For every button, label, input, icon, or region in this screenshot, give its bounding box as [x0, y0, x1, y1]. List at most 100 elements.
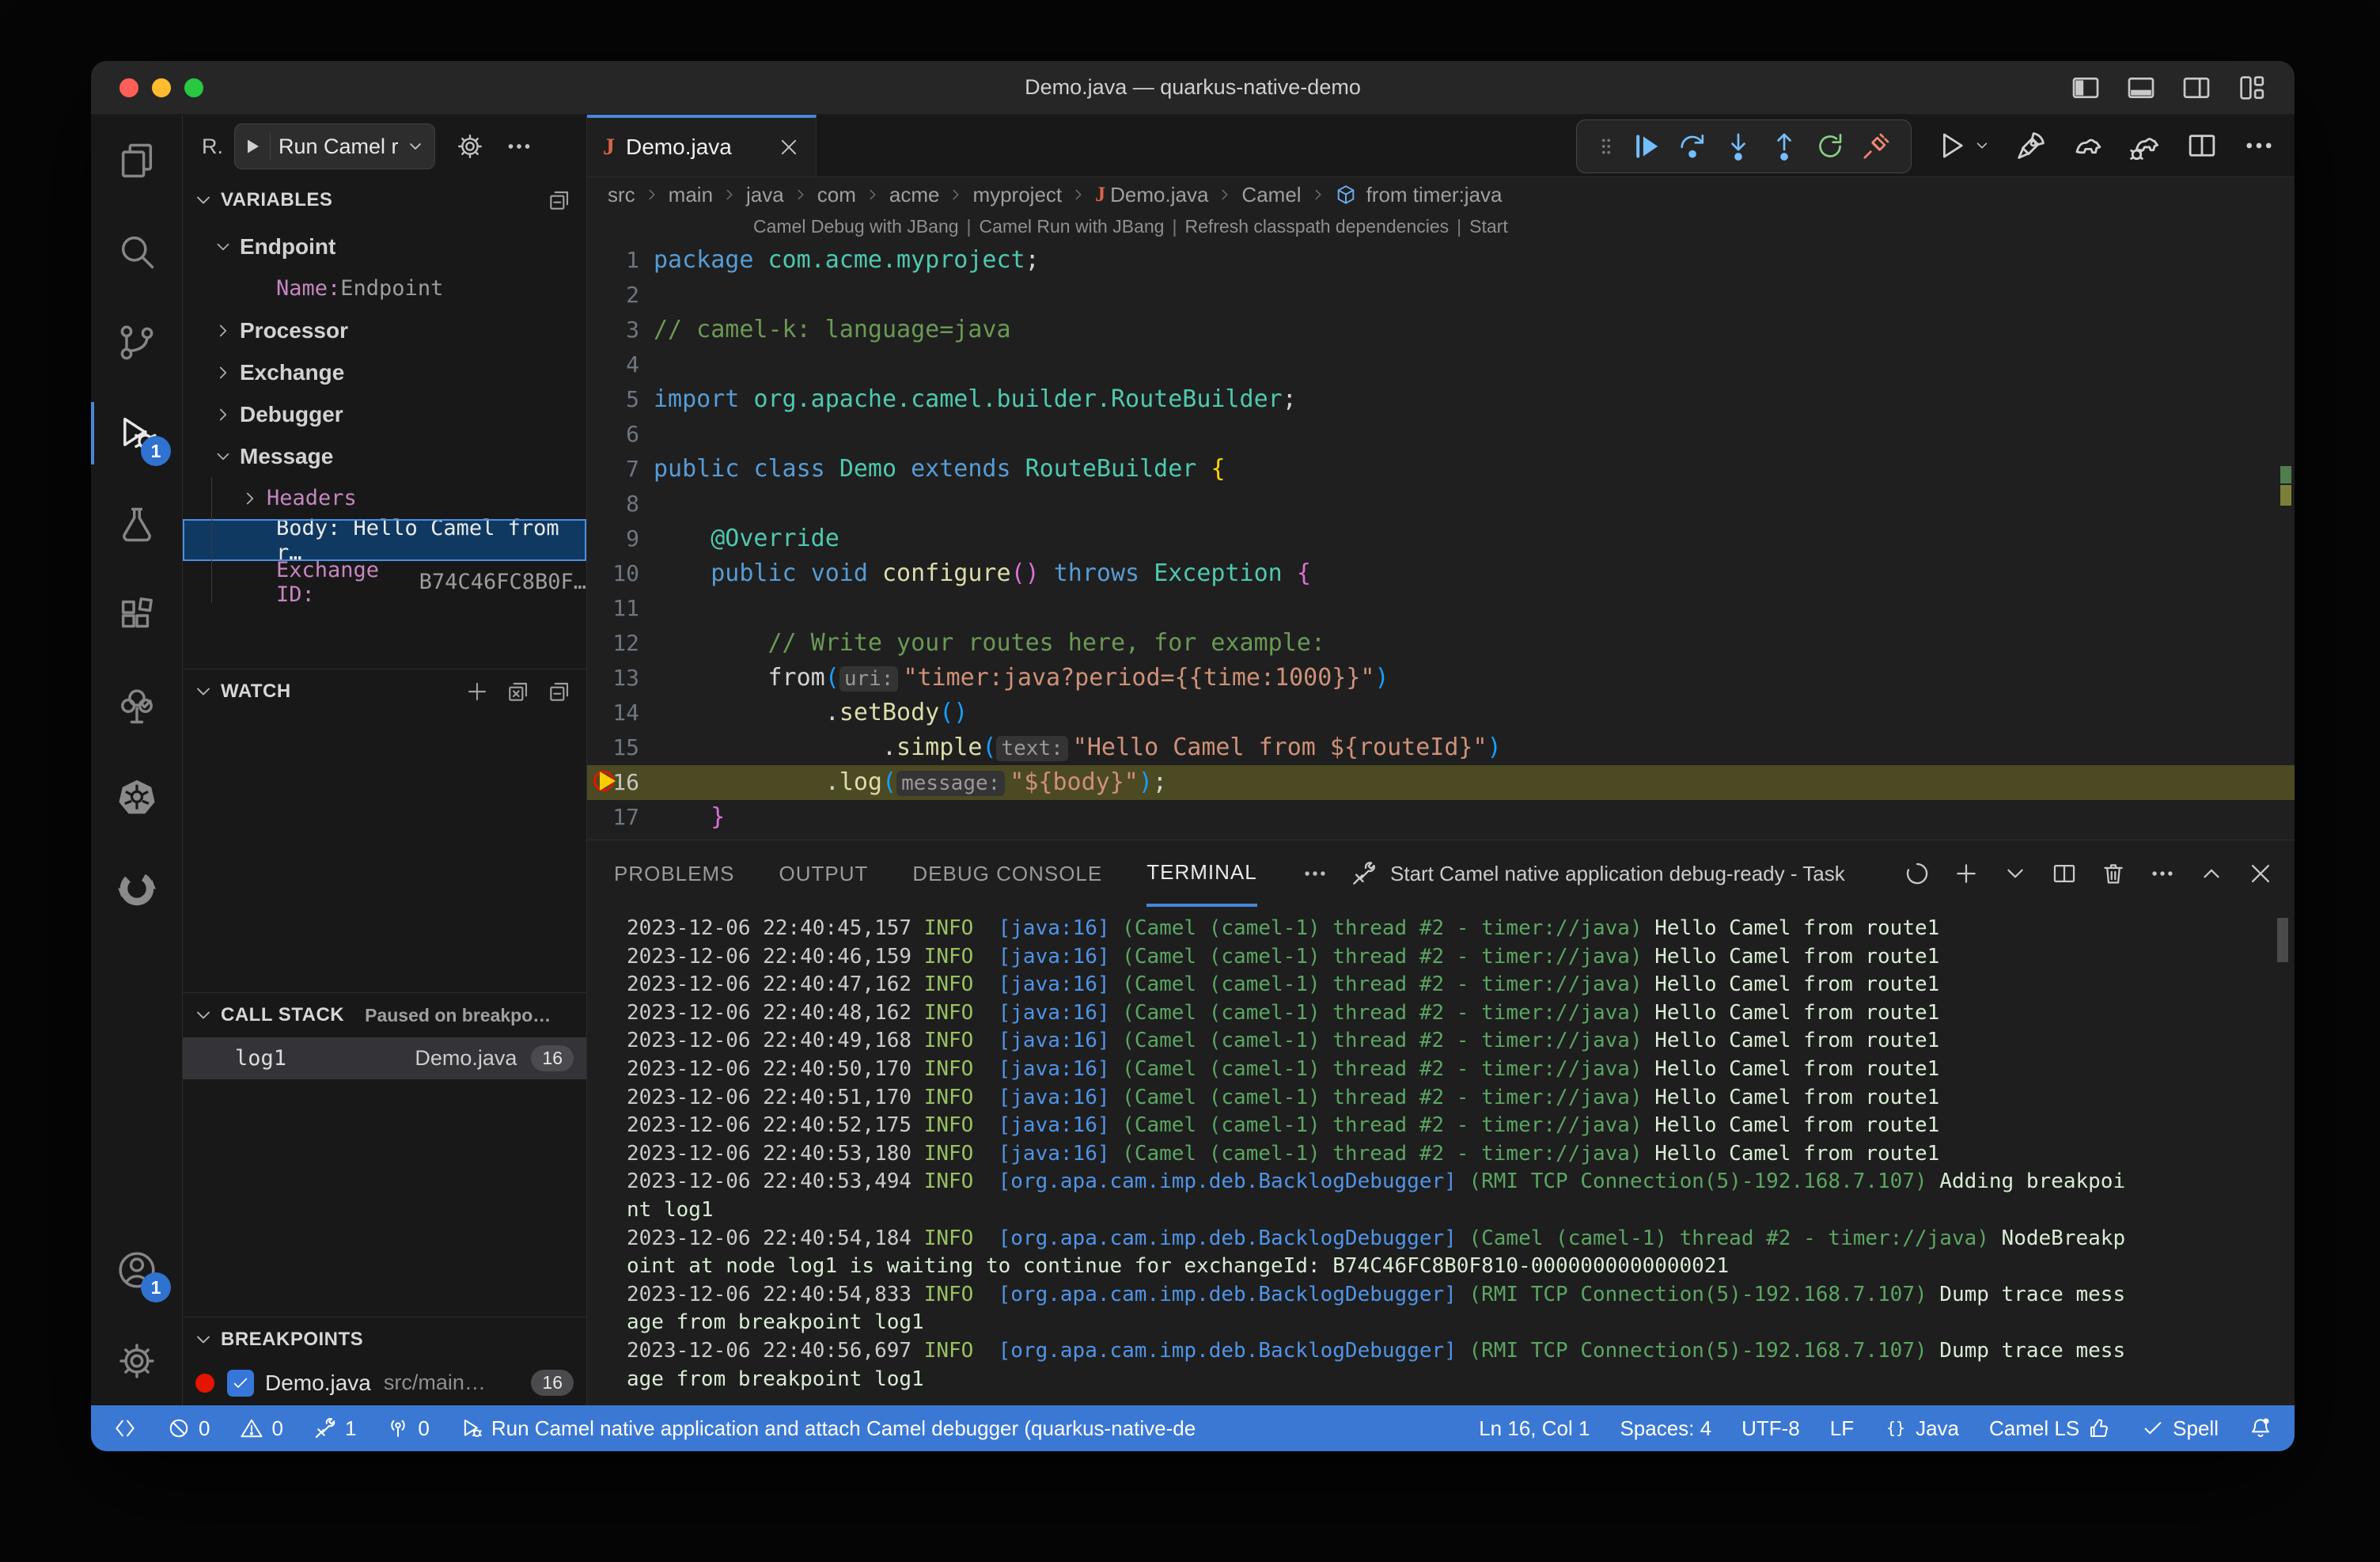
breadcrumb-item[interactable]: java — [746, 183, 784, 207]
split-editor-button[interactable] — [2185, 129, 2219, 162]
status-language-mode[interactable]: {}Java — [1884, 1416, 1959, 1441]
toggle-secondary-sidebar-icon[interactable] — [2181, 72, 2212, 104]
variables-row[interactable]: Headers — [183, 477, 586, 519]
activity-testing[interactable] — [91, 479, 182, 570]
disconnect-button[interactable] — [1860, 131, 1892, 162]
breadcrumb-item[interactable]: src — [608, 183, 635, 207]
terminal-task-item[interactable]: Start Camel native application debug-rea… — [1351, 840, 1845, 907]
terminal-output[interactable]: 2023-12-06 22:40:45,157 INFO [java:16] (… — [627, 915, 2263, 1393]
code-line[interactable]: 3// camel-k: language=java — [587, 313, 2295, 347]
add-expression-icon[interactable] — [464, 679, 490, 704]
status-eol[interactable]: LF — [1830, 1416, 1854, 1441]
status-camel-ls-status[interactable]: Camel LS — [1989, 1416, 2111, 1441]
panel-tab-terminal[interactable]: TERMINAL — [1146, 840, 1256, 907]
breadcrumb-item[interactable]: Demo.java — [1110, 183, 1208, 207]
call-stack-section-header[interactable]: CALL STACK Paused on breakpo… — [183, 993, 586, 1037]
code-view[interactable]: 1package com.acme.myproject;23// camel-k… — [587, 243, 2295, 835]
more-views-icon[interactable] — [505, 132, 533, 161]
code-line[interactable]: 11 — [587, 591, 2295, 626]
breakpoint-row[interactable]: Demo.java src/main… 16 — [183, 1362, 586, 1404]
code-line[interactable]: 7public class Demo extends RouteBuilder … — [587, 452, 2295, 487]
close-tab-icon[interactable] — [778, 136, 800, 158]
variables-section-header[interactable]: VARIABLES — [183, 178, 586, 222]
status-indentation[interactable]: Spaces: 4 — [1620, 1416, 1711, 1441]
continue-button[interactable] — [1631, 131, 1662, 162]
code-line[interactable]: 1package com.acme.myproject; — [587, 243, 2295, 278]
variables-row[interactable]: Body: Hello Camel from r… — [183, 519, 586, 561]
panel-tab-output[interactable]: OUTPUT — [779, 840, 869, 907]
codelens-link[interactable]: Camel Run with JBang — [980, 216, 1165, 237]
code-line[interactable]: 15 .simple(text:"Hello Camel from ${rout… — [587, 730, 2295, 765]
variables-row[interactable]: Endpoint — [183, 226, 586, 267]
toggle-panel-icon[interactable] — [2125, 72, 2157, 104]
code-line[interactable]: 5import org.apache.camel.builder.RouteBu… — [587, 382, 2295, 417]
camel-debug-button[interactable] — [2128, 129, 2162, 162]
panel-tab-problems[interactable]: PROBLEMS — [614, 840, 735, 907]
watch-section-header[interactable]: WATCH — [183, 669, 586, 714]
customize-layout-icon[interactable] — [2236, 72, 2268, 104]
step-into-button[interactable] — [1722, 131, 1754, 162]
more-actions-button[interactable] — [2242, 129, 2276, 162]
code-line[interactable]: 16 .log(message:"${body}"); — [587, 765, 2295, 800]
status-ports-count[interactable]: 0 — [386, 1416, 429, 1441]
status-remote-indicator[interactable] — [113, 1416, 137, 1440]
activity-accounts[interactable]: 1 — [91, 1224, 182, 1315]
panel-tab-debug-console[interactable]: DEBUG CONSOLE — [912, 840, 1102, 907]
panel-tabs-more-icon[interactable] — [1302, 860, 1328, 887]
breakpoint-checkbox[interactable] — [227, 1370, 254, 1397]
breakpoints-section-header[interactable]: BREAKPOINTS — [183, 1317, 586, 1362]
breadcrumb-item[interactable]: com — [817, 183, 856, 207]
restart-button[interactable] — [1814, 131, 1846, 162]
variables-row[interactable]: Exchange — [183, 351, 586, 393]
configure-gear-icon[interactable] — [456, 132, 484, 161]
status-notifications-bell[interactable] — [2249, 1416, 2272, 1440]
maximize-panel-button[interactable] — [2198, 860, 2225, 887]
activity-extensions[interactable] — [91, 570, 182, 661]
activity-openshift[interactable] — [91, 843, 182, 934]
status-errors-count[interactable]: 0 — [167, 1416, 210, 1441]
breadcrumb-item[interactable]: myproject — [972, 183, 1062, 207]
run-config-dropdown[interactable]: Run Camel r — [234, 123, 435, 169]
kill-terminal-button[interactable] — [2100, 860, 2127, 887]
run-file-button[interactable] — [1935, 129, 1969, 162]
code-line[interactable]: 14 .setBody() — [587, 696, 2295, 730]
code-line[interactable]: 17 } — [587, 800, 2295, 835]
breadcrumb-item[interactable]: main — [669, 183, 713, 207]
code-line[interactable]: 8 — [587, 487, 2295, 521]
start-debug-icon[interactable] — [243, 137, 262, 156]
camel-rocket-button[interactable] — [2014, 129, 2048, 162]
status-tasks-count[interactable]: 1 — [313, 1416, 356, 1441]
breadcrumb-item[interactable]: from timer:java — [1366, 183, 1503, 207]
collapse-all-icon[interactable] — [547, 679, 572, 704]
task-spinner[interactable] — [1904, 860, 1931, 887]
activity-explorer[interactable] — [91, 115, 182, 206]
split-terminal-button[interactable] — [2051, 860, 2078, 887]
variables-row[interactable]: Processor — [183, 309, 586, 351]
status-spell-status[interactable]: Spell — [2141, 1416, 2219, 1441]
variables-row[interactable]: Name: Endpoint — [183, 267, 586, 309]
activity-kubernetes[interactable] — [91, 752, 182, 843]
codelens-link[interactable]: Camel Debug with JBang — [753, 216, 959, 237]
close-panel-button[interactable] — [2247, 860, 2274, 887]
activity-camel-tree[interactable] — [91, 661, 182, 752]
remove-all-icon[interactable] — [506, 679, 531, 704]
codelens-link[interactable]: Refresh classpath dependencies — [1184, 216, 1449, 237]
tab-demo-java[interactable]: J Demo.java — [587, 115, 817, 176]
variables-row[interactable]: Message — [183, 435, 586, 477]
variables-row[interactable]: Exchange ID: B74C46FC8B0F… — [183, 561, 586, 603]
run-dropdown-chevron[interactable] — [1973, 137, 1991, 154]
toolbar-drag-grip[interactable] — [1596, 133, 1616, 160]
terminal-picker-chevron[interactable] — [2002, 860, 2029, 887]
code-line[interactable]: 6 — [587, 417, 2295, 452]
activity-search[interactable] — [91, 206, 182, 297]
variables-row[interactable]: Debugger — [183, 393, 586, 435]
code-line[interactable]: 12 // Write your routes here, for exampl… — [587, 626, 2295, 661]
activity-run-and-debug[interactable]: 1 — [91, 388, 182, 479]
code-line[interactable]: 10 public void configure() throws Except… — [587, 556, 2295, 591]
activity-source-control[interactable] — [91, 297, 182, 388]
new-terminal-button[interactable] — [1953, 860, 1980, 887]
code-line[interactable]: 9 @Override — [587, 521, 2295, 556]
terminal-scrollbar[interactable] — [2277, 918, 2288, 962]
breadcrumb-item[interactable]: Camel — [1241, 183, 1301, 207]
breadcrumb-item[interactable]: acme — [889, 183, 940, 207]
